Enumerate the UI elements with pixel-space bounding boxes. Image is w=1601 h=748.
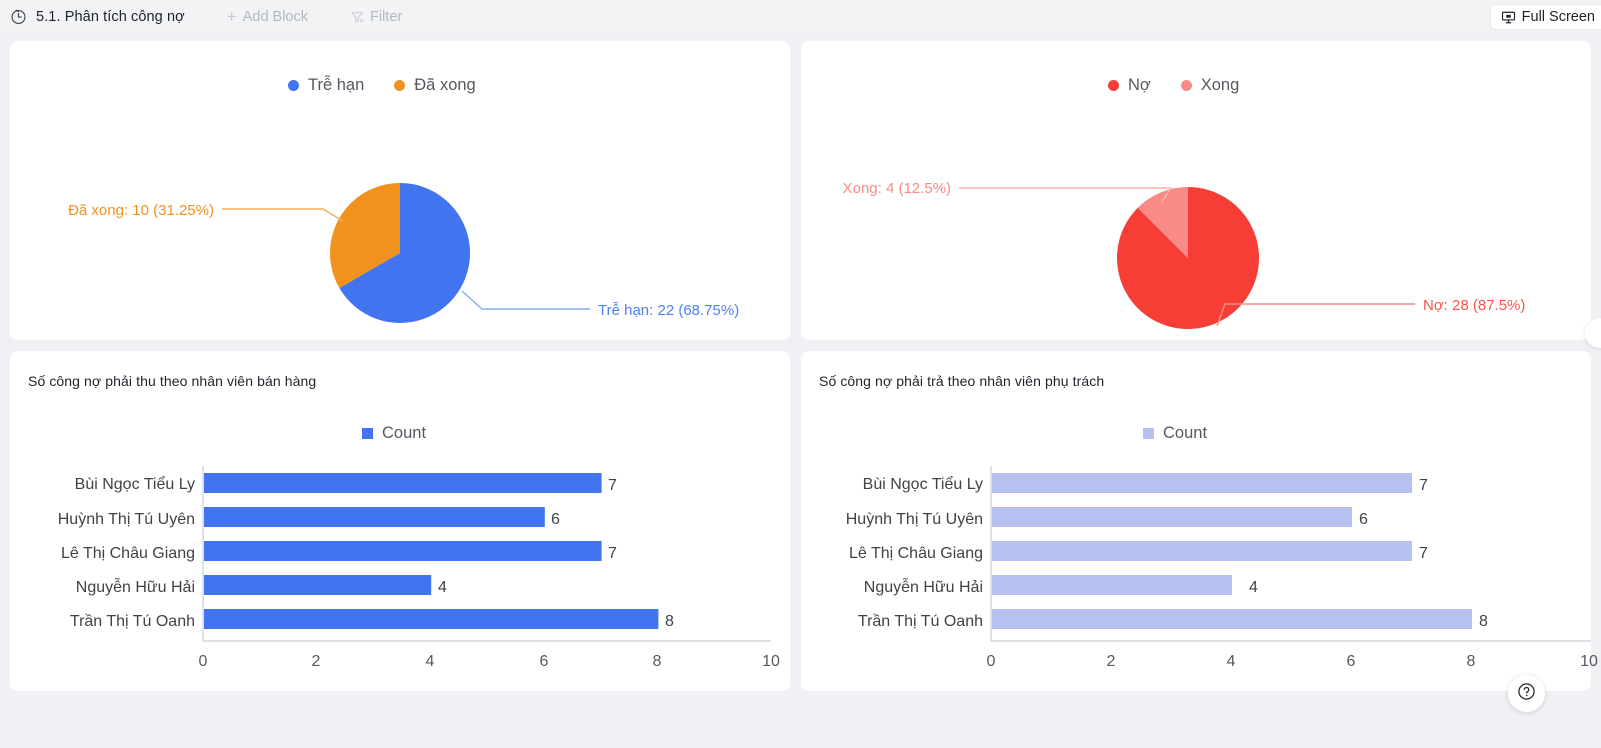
x-tick-label: 6 bbox=[540, 653, 549, 670]
bar-category-label: Lê Thị Châu Giang bbox=[61, 545, 195, 562]
pie-leader-line-tre-han bbox=[461, 290, 590, 310]
panel-receivable-bar: Số công nợ phải thu theo nhân viên bán h… bbox=[10, 351, 790, 691]
bar-category-label: Lê Thị Châu Giang bbox=[849, 545, 983, 562]
clock-icon bbox=[10, 8, 27, 25]
bar-value-label: 7 bbox=[1419, 545, 1428, 562]
pie-chart-debt: Xong: 4 (12.5%) Nợ: 28 (87.5%) bbox=[843, 180, 1525, 329]
bar-item[interactable] bbox=[204, 541, 602, 561]
x-tick-label: 8 bbox=[1467, 653, 1476, 670]
bar-value-label: 8 bbox=[1479, 613, 1488, 630]
pie-label-no: Nợ: 28 (87.5%) bbox=[1423, 297, 1525, 314]
bar-value-label: 7 bbox=[608, 477, 617, 494]
pie-leader-line-xong bbox=[959, 187, 1173, 204]
bar-chart-payable: Bùi Ngọc Tiểu Ly Huỳnh Thị Tú Uyên Lê Th… bbox=[846, 466, 1598, 670]
bar-value-label: 8 bbox=[665, 613, 674, 630]
plus-icon: + bbox=[226, 7, 237, 26]
presentation-screen-icon bbox=[1501, 10, 1516, 25]
bar-category-label: Bùi Ngọc Tiểu Ly bbox=[75, 475, 195, 493]
pie-leader-line-da-xong bbox=[222, 208, 344, 222]
bar-category-label: Nguyễn Hữu Hải bbox=[76, 577, 195, 596]
x-tick-label: 2 bbox=[1107, 653, 1116, 670]
x-tick-label: 0 bbox=[199, 653, 208, 670]
add-block-label: Add Block bbox=[242, 8, 308, 25]
pie-label-xong: Xong: 4 (12.5%) bbox=[843, 180, 951, 197]
bar-item[interactable] bbox=[992, 609, 1472, 629]
bar-chart-receivable: Bùi Ngọc Tiểu Ly Huỳnh Thị Tú Uyên Lê Th… bbox=[58, 466, 780, 670]
bar-value-label: 6 bbox=[1359, 511, 1368, 528]
panel-payable-bar: Số công nợ phải trả theo nhân viên phụ t… bbox=[801, 351, 1598, 691]
bar-value-label: 7 bbox=[608, 545, 617, 562]
toolbar-left-group: 5.1. Phân tích công nợ + Add Block Filte… bbox=[0, 8, 402, 25]
pie-label-tre-han: Trễ hạn: 22 (68.75%) bbox=[598, 302, 739, 319]
bar-item[interactable] bbox=[204, 575, 432, 595]
bar-item[interactable] bbox=[992, 575, 1232, 595]
x-tick-label: 6 bbox=[1347, 653, 1356, 670]
bar-item[interactable] bbox=[992, 507, 1352, 527]
x-tick-label: 10 bbox=[1580, 653, 1598, 670]
bar-category-label: Huỳnh Thị Tú Uyên bbox=[58, 511, 195, 528]
x-tick-label: 8 bbox=[653, 653, 662, 670]
bar-item[interactable] bbox=[204, 609, 659, 629]
x-tick-label: 0 bbox=[987, 653, 996, 670]
bar-value-label: 7 bbox=[1419, 477, 1428, 494]
bar-value-label: 6 bbox=[551, 511, 560, 528]
bar-value-label: 4 bbox=[1249, 579, 1258, 596]
x-tick-label: 2 bbox=[312, 653, 321, 670]
bar-category-label: Huỳnh Thị Tú Uyên bbox=[846, 511, 983, 528]
bar-category-label: Bùi Ngọc Tiểu Ly bbox=[863, 475, 983, 493]
dashboard-page: 5.1. Phân tích công nợ + Add Block Filte… bbox=[0, 0, 1601, 748]
question-mark-circle-icon bbox=[1517, 682, 1536, 706]
pie-chart-overdue: Trễ hạn: 22 (68.75%) Đã xong: 10 (31.25%… bbox=[68, 183, 739, 323]
bar-category-label: Trần Thị Tú Oanh bbox=[70, 613, 195, 630]
filter-button[interactable]: Filter bbox=[350, 9, 402, 25]
pie-leader-line-no bbox=[1216, 303, 1415, 327]
bar-category-label: Trần Thị Tú Oanh bbox=[858, 613, 983, 630]
add-block-button[interactable]: + Add Block bbox=[227, 8, 308, 25]
full-screen-label: Full Screen bbox=[1521, 9, 1595, 25]
x-tick-label: 4 bbox=[1227, 653, 1236, 670]
help-button[interactable] bbox=[1508, 675, 1545, 712]
page-title: 5.1. Phân tích công nợ bbox=[36, 8, 185, 25]
bar-item[interactable] bbox=[992, 473, 1412, 493]
bar-value-label: 4 bbox=[438, 579, 447, 596]
bar-item[interactable] bbox=[992, 541, 1412, 561]
full-screen-button[interactable]: Full Screen bbox=[1489, 4, 1601, 30]
panel-overdue-pie: Trễ hạn Đã xong Trễ hạn: 22 (68.75%) Đã … bbox=[10, 41, 790, 340]
filter-label: Filter bbox=[370, 8, 403, 25]
pie-label-da-xong: Đã xong: 10 (31.25%) bbox=[68, 202, 214, 219]
panel-debt-pie: Nợ Xong Xong: 4 (12.5%) Nợ: 28 (87.5%) bbox=[801, 41, 1591, 340]
bar-item[interactable] bbox=[204, 473, 602, 493]
x-tick-label: 10 bbox=[762, 653, 780, 670]
bar-item[interactable] bbox=[204, 507, 545, 527]
bar-category-label: Nguyễn Hữu Hải bbox=[864, 577, 983, 596]
filter-icon bbox=[350, 10, 364, 24]
toolbar: 5.1. Phân tích công nợ + Add Block Filte… bbox=[0, 0, 1601, 33]
x-tick-label: 4 bbox=[426, 653, 435, 670]
